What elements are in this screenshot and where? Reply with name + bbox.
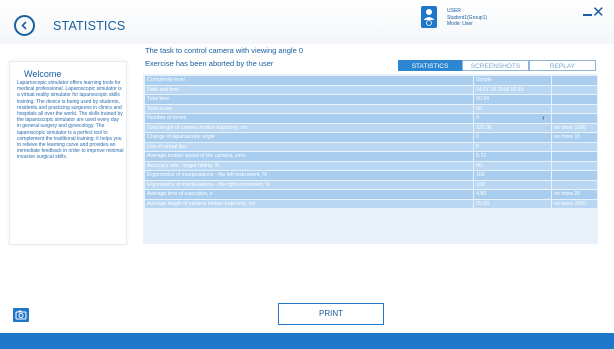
footer-bar [0, 333, 614, 349]
row-label: Ergonomics of manipulations - the right … [145, 180, 473, 189]
table-row: Accuracy rate - target hitting, % 50 [145, 161, 597, 170]
tab-statistics[interactable]: STATISTICS [398, 60, 462, 71]
row-label: Number of errors [145, 114, 473, 123]
table-row: Total length of camera motion trajectory… [145, 123, 597, 132]
table-row[interactable]: Number of errors 0 › [145, 113, 597, 123]
row-limit [552, 142, 597, 151]
row-label: Average motion speed of the camera, cm/s [145, 152, 473, 161]
welcome-text: Laparoscopic simulator offers learning t… [17, 80, 124, 161]
table-row: Average time of execution, s 4.80 no mor… [145, 190, 597, 199]
row-label: Total time [145, 95, 473, 104]
row-limit: no more 1000 [552, 199, 597, 208]
row-limit [552, 76, 597, 85]
tab-replay[interactable]: REPLAY [529, 60, 596, 71]
row-label: Average length of camera motion trajecto… [145, 199, 473, 208]
row-label: Total score [145, 104, 473, 113]
statistics-table: Complexity level Simple Date and time 14… [143, 74, 598, 244]
row-limit [552, 95, 597, 104]
table-row: Average motion speed of the camera, cm/s… [145, 152, 597, 161]
row-label: Total length of camera motion trajectory… [145, 123, 473, 132]
row-limit [552, 161, 597, 170]
back-button[interactable] [14, 15, 35, 36]
row-value: 0 [474, 142, 551, 151]
row-limit: no more 1000 [552, 123, 597, 132]
row-value: 100 [474, 171, 551, 180]
print-button[interactable]: PRINT [278, 303, 384, 325]
expand-arrow-icon[interactable]: › [542, 113, 545, 122]
tab-bar: STATISTICS SCREENSHOTS REPLAY [398, 60, 596, 71]
row-value: 0 [474, 133, 551, 142]
row-limit [552, 104, 597, 113]
table-row: Ergonomics of manipulations - the left i… [145, 171, 597, 180]
table-row: Total time 00:24 [145, 95, 597, 104]
tab-screenshots[interactable]: SCREENSHOTS [462, 60, 529, 71]
row-value: 122.96 [474, 123, 551, 132]
task-title: The task to control camera with viewing … [145, 46, 303, 55]
row-label: Change of laparoscope angle [145, 133, 473, 142]
table-row: Total score 50 [145, 104, 597, 113]
page-title: STATISTICS [53, 19, 126, 33]
row-limit [552, 152, 597, 161]
welcome-panel: Welcome Laparoscopic simulator offers le… [9, 61, 127, 245]
header-bar: STATISTICS USER Student1(Group1) Mode: U… [0, 0, 614, 44]
row-value: 25.58 [474, 199, 551, 208]
user-avatar-icon [421, 6, 437, 28]
row-value: 00:24 [474, 95, 551, 104]
row-value: 50 [474, 104, 551, 113]
row-label: Accuracy rate - target hitting, % [145, 161, 473, 170]
screenshot-button[interactable] [13, 308, 29, 322]
user-mode: Mode: User [447, 21, 473, 27]
row-label: Ergonomics of manipulations - the left i… [145, 171, 473, 180]
table-row: Change of laparoscope angle 0 no more 15 [145, 133, 597, 142]
close-icon: ✕ [592, 4, 605, 21]
task-status: Exercise has been aborted by the user [145, 59, 274, 68]
row-limit: no more 15 [552, 133, 597, 142]
row-label: Complexity level [145, 76, 473, 85]
welcome-title: Welcome [24, 69, 62, 79]
minimize-button[interactable] [583, 14, 592, 16]
chevron-left-icon [21, 21, 27, 30]
row-limit: no more 20 [552, 190, 597, 199]
row-limit [552, 114, 597, 123]
camera-icon [15, 310, 27, 320]
row-limit [552, 85, 597, 94]
row-value: 0 [474, 114, 551, 123]
table-row: Ergonomics of manipulations - the right … [145, 180, 597, 189]
table-row: Date and time 14.07.10.2016 02:15 [145, 85, 597, 94]
table-row: Complexity level Simple [145, 76, 597, 85]
row-value: 5.72 [474, 152, 551, 161]
row-limit [552, 171, 597, 180]
row-value: 4.80 [474, 190, 551, 199]
table-row: Use of virtual tips 0 [145, 142, 597, 151]
row-label: Date and time [145, 85, 473, 94]
row-label: Use of virtual tips [145, 142, 473, 151]
row-value: 100 [474, 180, 551, 189]
row-value: 14.07.10.2016 02:15 [474, 85, 551, 94]
table-row: Average length of camera motion trajecto… [145, 199, 597, 208]
row-limit [552, 180, 597, 189]
user-text: USER Student1(Group1) Mode: User [447, 8, 487, 28]
row-value: Simple [474, 76, 551, 85]
row-label: Average time of execution, s [145, 190, 473, 199]
row-value: 50 [474, 161, 551, 170]
close-button[interactable]: ✕ [592, 5, 605, 20]
